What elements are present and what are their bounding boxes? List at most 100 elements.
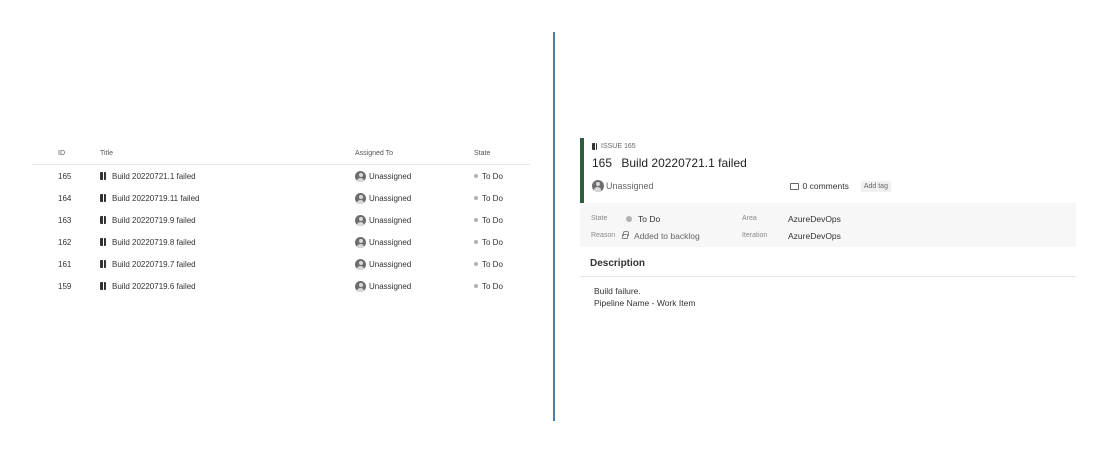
row-state: To Do (482, 259, 503, 269)
row-id: 162 (58, 237, 72, 247)
iteration-field[interactable]: AzureDevOps (788, 231, 841, 241)
row-state-cell: To Do (474, 260, 530, 269)
bug-icon (592, 142, 597, 151)
table-row[interactable]: 163 Build 20220719.9 failed Unassigned To D… (32, 209, 530, 231)
row-assigned: Unassigned (369, 281, 412, 291)
row-assigned-cell: Unassigned (355, 214, 474, 226)
row-id: 164 (58, 193, 72, 203)
row-state: To Do (482, 281, 503, 291)
pane-divider[interactable] (553, 32, 555, 421)
row-assigned-cell: Unassigned (355, 170, 474, 182)
table-row[interactable]: 161 Build 20220719.7 failed Unassigned To D… (32, 253, 530, 275)
row-title-cell[interactable]: Build 20220719.7 failed (100, 260, 355, 269)
reason-label: Reason (591, 232, 616, 239)
row-id: 161 (58, 259, 72, 269)
row-title[interactable]: Build 20220719.7 failed (112, 260, 196, 269)
work-item-form: ISSUE 165 165 Build 20220721.1 failed Un… (580, 138, 1076, 309)
description-heading: Description (580, 251, 1076, 277)
row-title[interactable]: Build 20220719.11 failed (112, 194, 199, 203)
work-item-header: ISSUE 165 165 Build 20220721.1 failed Un… (580, 138, 1076, 203)
bug-icon (100, 238, 106, 246)
area-label: Area (742, 215, 757, 222)
row-assigned: Unassigned (369, 259, 412, 269)
row-assigned-cell: Unassigned (355, 192, 474, 204)
row-title-cell[interactable]: Build 20220719.6 failed (100, 282, 355, 291)
row-title-cell[interactable]: Build 20220719.8 failed (100, 238, 355, 247)
unassigned-avatar-icon (355, 214, 366, 226)
row-title[interactable]: Build 20220719.9 failed (112, 216, 196, 225)
list-header: ID Title Assigned To State (32, 143, 530, 165)
row-assigned: Unassigned (369, 171, 412, 181)
row-state-cell: To Do (474, 172, 530, 181)
state-dot-icon (474, 284, 478, 288)
iteration-label: Iteration (742, 232, 768, 239)
unassigned-avatar-icon (592, 180, 604, 192)
row-state-cell: To Do (474, 216, 530, 225)
column-header-state[interactable]: State (474, 150, 530, 157)
row-assigned-cell: Unassigned (355, 258, 474, 270)
row-state: To Do (482, 193, 503, 203)
row-assigned: Unassigned (369, 193, 412, 203)
state-dot-icon (474, 262, 478, 266)
row-state-cell: To Do (474, 282, 530, 291)
work-item-type-label: ISSUE 165 (601, 142, 636, 150)
lock-icon (622, 231, 629, 239)
row-state: To Do (482, 171, 503, 181)
row-title-cell[interactable]: Build 20220719.9 failed (100, 216, 355, 225)
work-item-fields: State To Do Area AzureDevOps Reason Adde… (580, 203, 1076, 247)
work-items-list: ID Title Assigned To State 165 Build 2022… (32, 143, 530, 297)
row-state-cell: To Do (474, 194, 530, 203)
row-state-cell: To Do (474, 238, 530, 247)
table-row[interactable]: 164 Build 20220719.11 failed Unassigned To … (32, 187, 530, 209)
row-assigned: Unassigned (369, 237, 412, 247)
row-state: To Do (482, 237, 503, 247)
row-assigned-cell: Unassigned (355, 236, 474, 248)
state-dot-icon (474, 240, 478, 244)
row-id: 159 (58, 281, 72, 291)
description-line-1: Build failure. (594, 286, 641, 296)
row-assigned: Unassigned (369, 215, 412, 225)
comments-link[interactable]: 0 comments (789, 181, 849, 191)
unassigned-avatar-icon (355, 258, 366, 270)
work-item-title-text[interactable]: Build 20220721.1 failed (621, 156, 746, 170)
table-row[interactable]: 159 Build 20220719.6 failed Unassigned To D… (32, 275, 530, 297)
state-field[interactable]: To Do (622, 214, 742, 224)
bug-icon (100, 260, 106, 268)
unassigned-avatar-icon (355, 170, 366, 182)
bug-icon (100, 194, 106, 202)
state-dot-icon (474, 196, 478, 200)
unassigned-avatar-icon (355, 280, 366, 292)
row-id: 165 (58, 171, 72, 181)
state-label: State (591, 215, 608, 222)
work-item-id: 165 (592, 156, 613, 170)
column-header-id[interactable]: ID (32, 150, 100, 157)
state-dot-icon (474, 174, 478, 178)
table-row[interactable]: 165 Build 20220721.1 failed Unassigned To D… (32, 165, 530, 187)
assigned-to-field[interactable]: Unassigned (606, 181, 654, 191)
add-tag-button[interactable]: Add tag (860, 180, 891, 192)
table-row[interactable]: 162 Build 20220719.8 failed Unassigned To D… (32, 231, 530, 253)
column-header-assigned-to[interactable]: Assigned To (355, 150, 474, 157)
bug-icon (100, 172, 106, 180)
row-title[interactable]: Build 20220719.6 failed (112, 282, 196, 291)
work-item-title[interactable]: 165 Build 20220721.1 failed (592, 156, 1076, 172)
work-item-meta: Unassigned 0 comments Add tag (592, 178, 1076, 194)
row-assigned-cell: Unassigned (355, 280, 474, 292)
column-header-title[interactable]: Title (100, 150, 355, 157)
row-title-cell[interactable]: Build 20220721.1 failed (100, 172, 355, 181)
reason-value: Added to backlog (634, 230, 700, 241)
description-line-2: Pipeline Name - Work Item (594, 298, 696, 308)
row-id: 163 (58, 215, 72, 225)
area-field[interactable]: AzureDevOps (788, 214, 841, 224)
state-dot-icon (626, 215, 632, 222)
row-title-cell[interactable]: Build 20220719.11 failed (100, 194, 355, 203)
unassigned-avatar-icon (355, 192, 366, 204)
bug-icon (100, 216, 106, 224)
unassigned-avatar-icon (355, 236, 366, 248)
reason-field[interactable]: Added to backlog (622, 231, 742, 241)
description-field[interactable]: Build failure. Pipeline Name - Work Item (580, 277, 1076, 309)
row-title[interactable]: Build 20220719.8 failed (112, 238, 196, 247)
state-value: To Do (638, 213, 661, 224)
row-title[interactable]: Build 20220721.1 failed (112, 172, 196, 181)
field-row-state-area: State To Do Area AzureDevOps (580, 210, 1076, 227)
